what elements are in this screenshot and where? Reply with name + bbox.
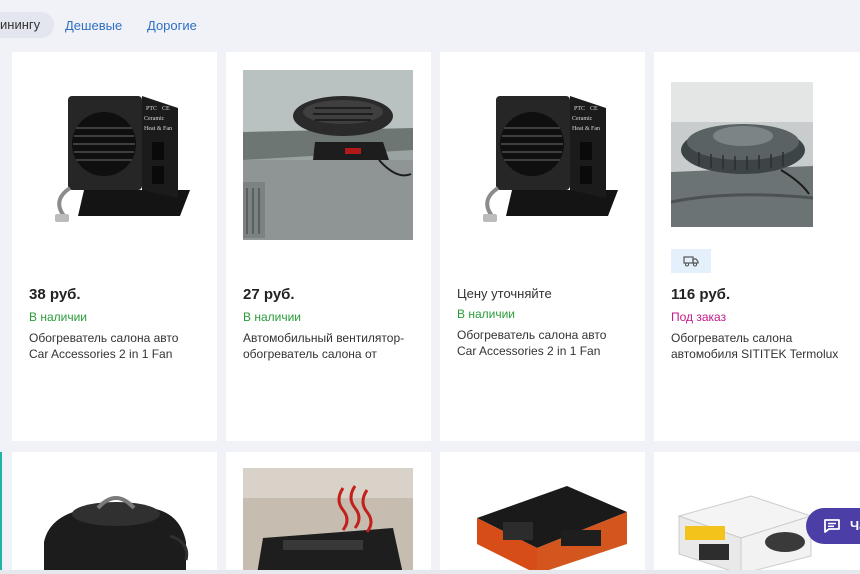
chat-icon [824,519,840,533]
product-card[interactable] [226,452,431,574]
sort-chip-active[interactable]: инингу [0,12,55,38]
product-card[interactable]: PTC CE Ceramic Heat & Fan Цену уточняйте… [440,52,645,441]
product-image[interactable] [243,70,413,240]
product-title[interactable]: Обогреватель салона автомобиля SITITEK T… [671,330,841,362]
availability-in-stock: В наличии [243,310,302,324]
sititek-heater-photo [671,82,813,227]
product-image[interactable] [671,82,813,227]
filter-bar: инингу Дешевые Дорогие [0,0,860,52]
selection-indicator [0,452,2,574]
bottom-divider [0,570,860,574]
filter-link-expensive[interactable]: Дорогие [147,18,197,33]
delivery-badge [671,249,711,273]
chat-button[interactable]: Ча [806,508,860,544]
ptc-ceramic-heater-photo: PTC CE Ceramic Heat & Fan [30,70,200,240]
svg-text:Ceramic: Ceramic [144,116,165,122]
svg-text:Heat & Fan: Heat & Fan [144,126,172,132]
truck-icon [683,256,699,267]
product-image[interactable] [243,468,413,574]
product-image[interactable] [671,482,821,574]
product-image[interactable]: PTC CE Ceramic Heat & Fan [30,70,200,240]
product-card[interactable]: 27 руб. В наличии Автомобильный вентилят… [226,52,431,441]
svg-text:PTC: PTC [146,106,157,112]
product-image[interactable]: PTC CE Ceramic Heat & Fan [458,70,628,240]
availability-in-stock: В наличии [29,310,88,324]
product-card[interactable] [440,452,645,574]
product-title[interactable]: Обогреватель салона авто Car Accessories… [457,327,627,359]
dashboard-heater-photo [243,70,413,240]
svg-text:PTC: PTC [574,106,585,112]
product-price: 38 руб. [29,286,81,303]
product-title[interactable]: Автомобильный вентилятор- обогреватель с… [243,330,413,362]
svg-text:Heat & Fan: Heat & Fan [572,126,600,132]
filter-link-cheap[interactable]: Дешевые [65,18,122,33]
product-price: 116 руб. [671,286,731,303]
product-image[interactable] [457,482,627,574]
product-price: 27 руб. [243,286,295,303]
product-image[interactable] [30,470,200,574]
availability-in-stock: В наличии [457,307,516,321]
svg-text:Ceramic: Ceramic [572,116,593,122]
product-card[interactable]: PTC CE Ceramic Heat & Fan 38 руб. В нали… [12,52,217,441]
product-title[interactable]: Обогреватель салона авто Car Accessories… [29,330,199,362]
chat-label: Ча [850,518,860,533]
price-note: Цену уточняйте [457,286,552,301]
ptc-ceramic-heater-photo: PTC CE Ceramic Heat & Fan [458,70,628,240]
svg-text:CE: CE [590,106,598,112]
product-card[interactable] [12,452,217,574]
svg-text:CE: CE [162,106,170,112]
product-card[interactable]: 116 руб. Под заказ Обогреватель салона а… [654,52,860,441]
availability-on-order: Под заказ [671,310,727,324]
